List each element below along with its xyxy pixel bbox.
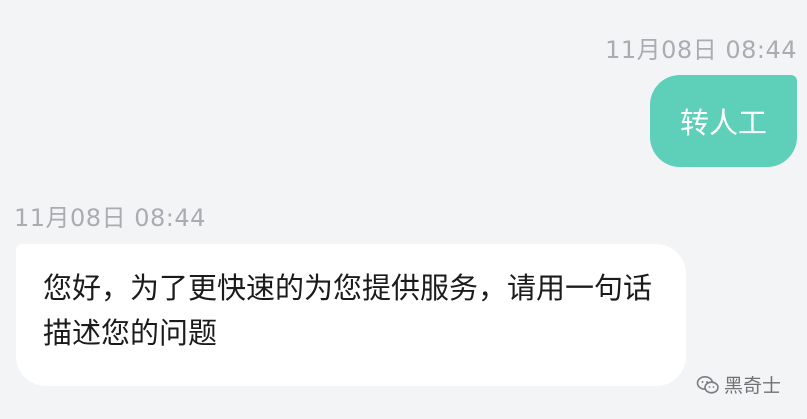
agent-message-text: 您好，为了更快速的为您提供服务，请用一句话描述您的问题: [43, 271, 653, 350]
user-message-text: 转人工: [679, 106, 767, 140]
agent-message-bubble[interactable]: 您好，为了更快速的为您提供服务，请用一句话描述您的问题: [16, 244, 686, 386]
watermark: 黑奇士: [696, 371, 781, 398]
message-timestamp: 11月08日 08:44: [14, 204, 206, 232]
watermark-text: 黑奇士: [723, 375, 781, 397]
user-message-bubble[interactable]: 转人工: [650, 75, 797, 167]
wechat-icon: [696, 375, 720, 395]
message-timestamp: 11月08日 08:44: [605, 36, 797, 64]
